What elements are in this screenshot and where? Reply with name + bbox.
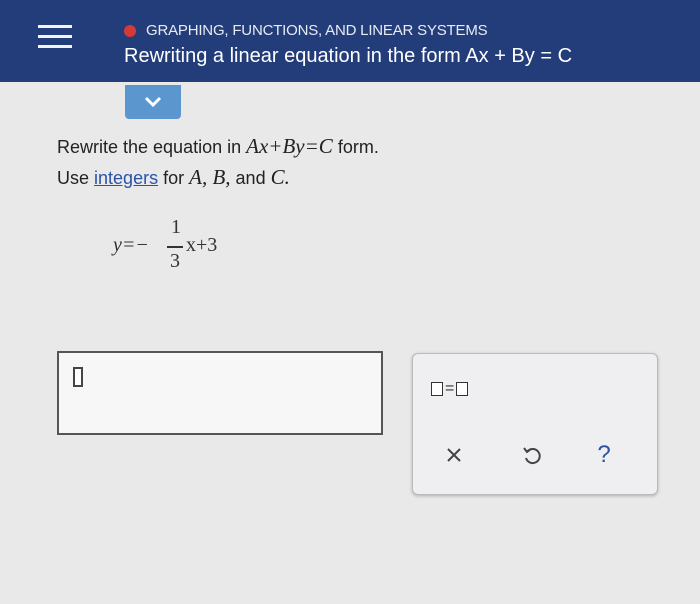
page-title: Rewriting a linear equation in the form … bbox=[124, 45, 573, 67]
menu-icon[interactable] bbox=[38, 22, 72, 52]
equals-template-button[interactable]: = bbox=[431, 378, 481, 400]
instruction-line-2: Use integers for A, B, and C. bbox=[57, 165, 290, 190]
x-icon bbox=[447, 448, 461, 462]
instruction-end: form. bbox=[337, 137, 379, 157]
topic-status-dot bbox=[124, 24, 136, 37]
fraction-denominator: 3 bbox=[170, 250, 180, 272]
help-icon: ? bbox=[597, 441, 611, 468]
equals-sign: = bbox=[445, 380, 455, 397]
right-box-icon bbox=[456, 382, 469, 396]
instruction-and: and bbox=[235, 168, 266, 188]
equation-rhs: x+3 bbox=[186, 234, 218, 256]
topic-text: GRAPHING, FUNCTIONS, AND LINEAR SYSTEMS bbox=[146, 22, 488, 39]
input-cursor bbox=[73, 367, 83, 387]
instruction-line-1: Rewrite the equation in Ax+By=C form. bbox=[57, 134, 379, 159]
collapse-header-button[interactable] bbox=[125, 85, 181, 119]
clear-button[interactable] bbox=[439, 440, 469, 470]
form-expression: Ax+By=C bbox=[246, 134, 333, 158]
top-bar: GRAPHING, FUNCTIONS, AND LINEAR SYSTEMS … bbox=[0, 0, 700, 82]
variables-ab: A, B, bbox=[189, 165, 231, 189]
undo-icon bbox=[523, 447, 541, 465]
answer-input[interactable] bbox=[57, 351, 383, 435]
instruction-text: Rewrite the equation in bbox=[57, 137, 242, 157]
instruction-use: Use bbox=[57, 168, 90, 188]
topic-label: GRAPHING, FUNCTIONS, AND LINEAR SYSTEMS bbox=[124, 22, 488, 39]
fraction-bar bbox=[167, 246, 183, 248]
variable-c: C. bbox=[270, 165, 290, 189]
left-box-icon bbox=[431, 382, 443, 396]
instruction-for: for bbox=[163, 168, 185, 188]
fraction-numerator: 1 bbox=[171, 216, 181, 238]
chevron-down-icon bbox=[144, 96, 162, 108]
equation-lhs: y=− bbox=[113, 234, 149, 256]
help-button[interactable]: ? bbox=[589, 440, 619, 470]
math-palette: = ? bbox=[412, 353, 658, 495]
integers-link[interactable]: integers bbox=[94, 168, 158, 188]
undo-button[interactable] bbox=[517, 440, 547, 470]
